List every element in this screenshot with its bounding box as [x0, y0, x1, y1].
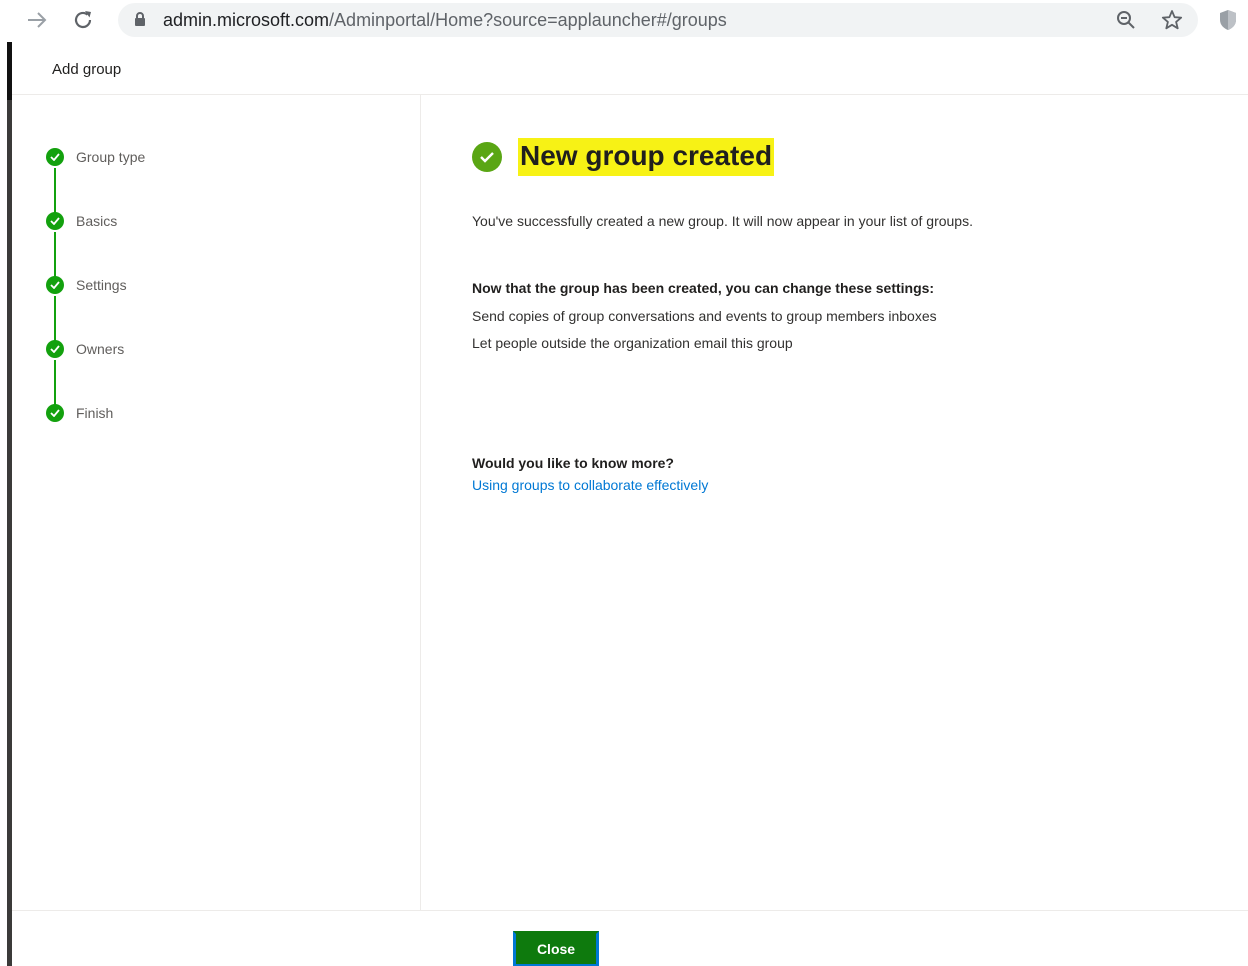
step-label: Owners	[76, 341, 125, 357]
step-complete-icon	[46, 276, 64, 294]
star-icon[interactable]	[1160, 9, 1184, 31]
setting-item: Let people outside the organization emai…	[472, 335, 793, 351]
panel-header: Add group	[12, 42, 1248, 95]
success-message: You've successfully created a new group.…	[472, 213, 973, 229]
step-label: Finish	[76, 405, 114, 421]
know-more-heading: Would you like to know more?	[472, 455, 674, 471]
panel-footer: Close	[12, 910, 1248, 966]
panel-title: Add group	[52, 61, 122, 78]
add-group-panel: Add group Group type Basics Settings Own…	[0, 42, 1248, 966]
settings-heading: Now that the group has been created, you…	[472, 280, 935, 296]
step-label: Settings	[76, 277, 127, 293]
setting-item: Send copies of group conversations and e…	[472, 308, 937, 324]
shield-extension-icon[interactable]	[1216, 8, 1240, 32]
step-connector	[54, 232, 56, 278]
address-bar[interactable]: admin.microsoft.com/Adminportal/Home?sou…	[118, 3, 1198, 37]
browser-toolbar: admin.microsoft.com/Adminportal/Home?sou…	[0, 0, 1248, 42]
success-heading-row: New group created	[472, 135, 775, 179]
reload-icon[interactable]	[68, 6, 98, 34]
step-connector	[54, 296, 56, 342]
step-label: Basics	[76, 213, 118, 229]
success-check-icon	[472, 142, 502, 172]
close-button[interactable]: Close	[513, 931, 599, 966]
learn-more-link[interactable]: Using groups to collaborate effectively	[472, 477, 708, 493]
step-connector	[54, 360, 56, 406]
step-finish[interactable]: Finish	[46, 403, 113, 423]
page-title: New group created	[518, 138, 775, 176]
url-path: /Adminportal/Home?source=applauncher#/gr…	[329, 10, 727, 30]
step-complete-icon	[46, 404, 64, 422]
wizard-stepper: Group type Basics Settings Owners Finish	[12, 95, 421, 910]
step-complete-icon	[46, 212, 64, 230]
step-group-type[interactable]: Group type	[46, 147, 145, 167]
lock-icon	[134, 12, 146, 32]
step-owners[interactable]: Owners	[46, 339, 124, 359]
url-text: admin.microsoft.com/Adminportal/Home?sou…	[163, 9, 727, 31]
step-settings[interactable]: Settings	[46, 275, 127, 295]
step-complete-icon	[46, 148, 64, 166]
step-label: Group type	[76, 149, 146, 165]
step-basics[interactable]: Basics	[46, 211, 117, 231]
zoom-icon[interactable]	[1114, 9, 1138, 31]
url-host: admin.microsoft.com	[163, 10, 330, 30]
step-connector	[54, 168, 56, 214]
forward-arrow-icon[interactable]	[22, 6, 52, 34]
step-complete-icon	[46, 340, 64, 358]
